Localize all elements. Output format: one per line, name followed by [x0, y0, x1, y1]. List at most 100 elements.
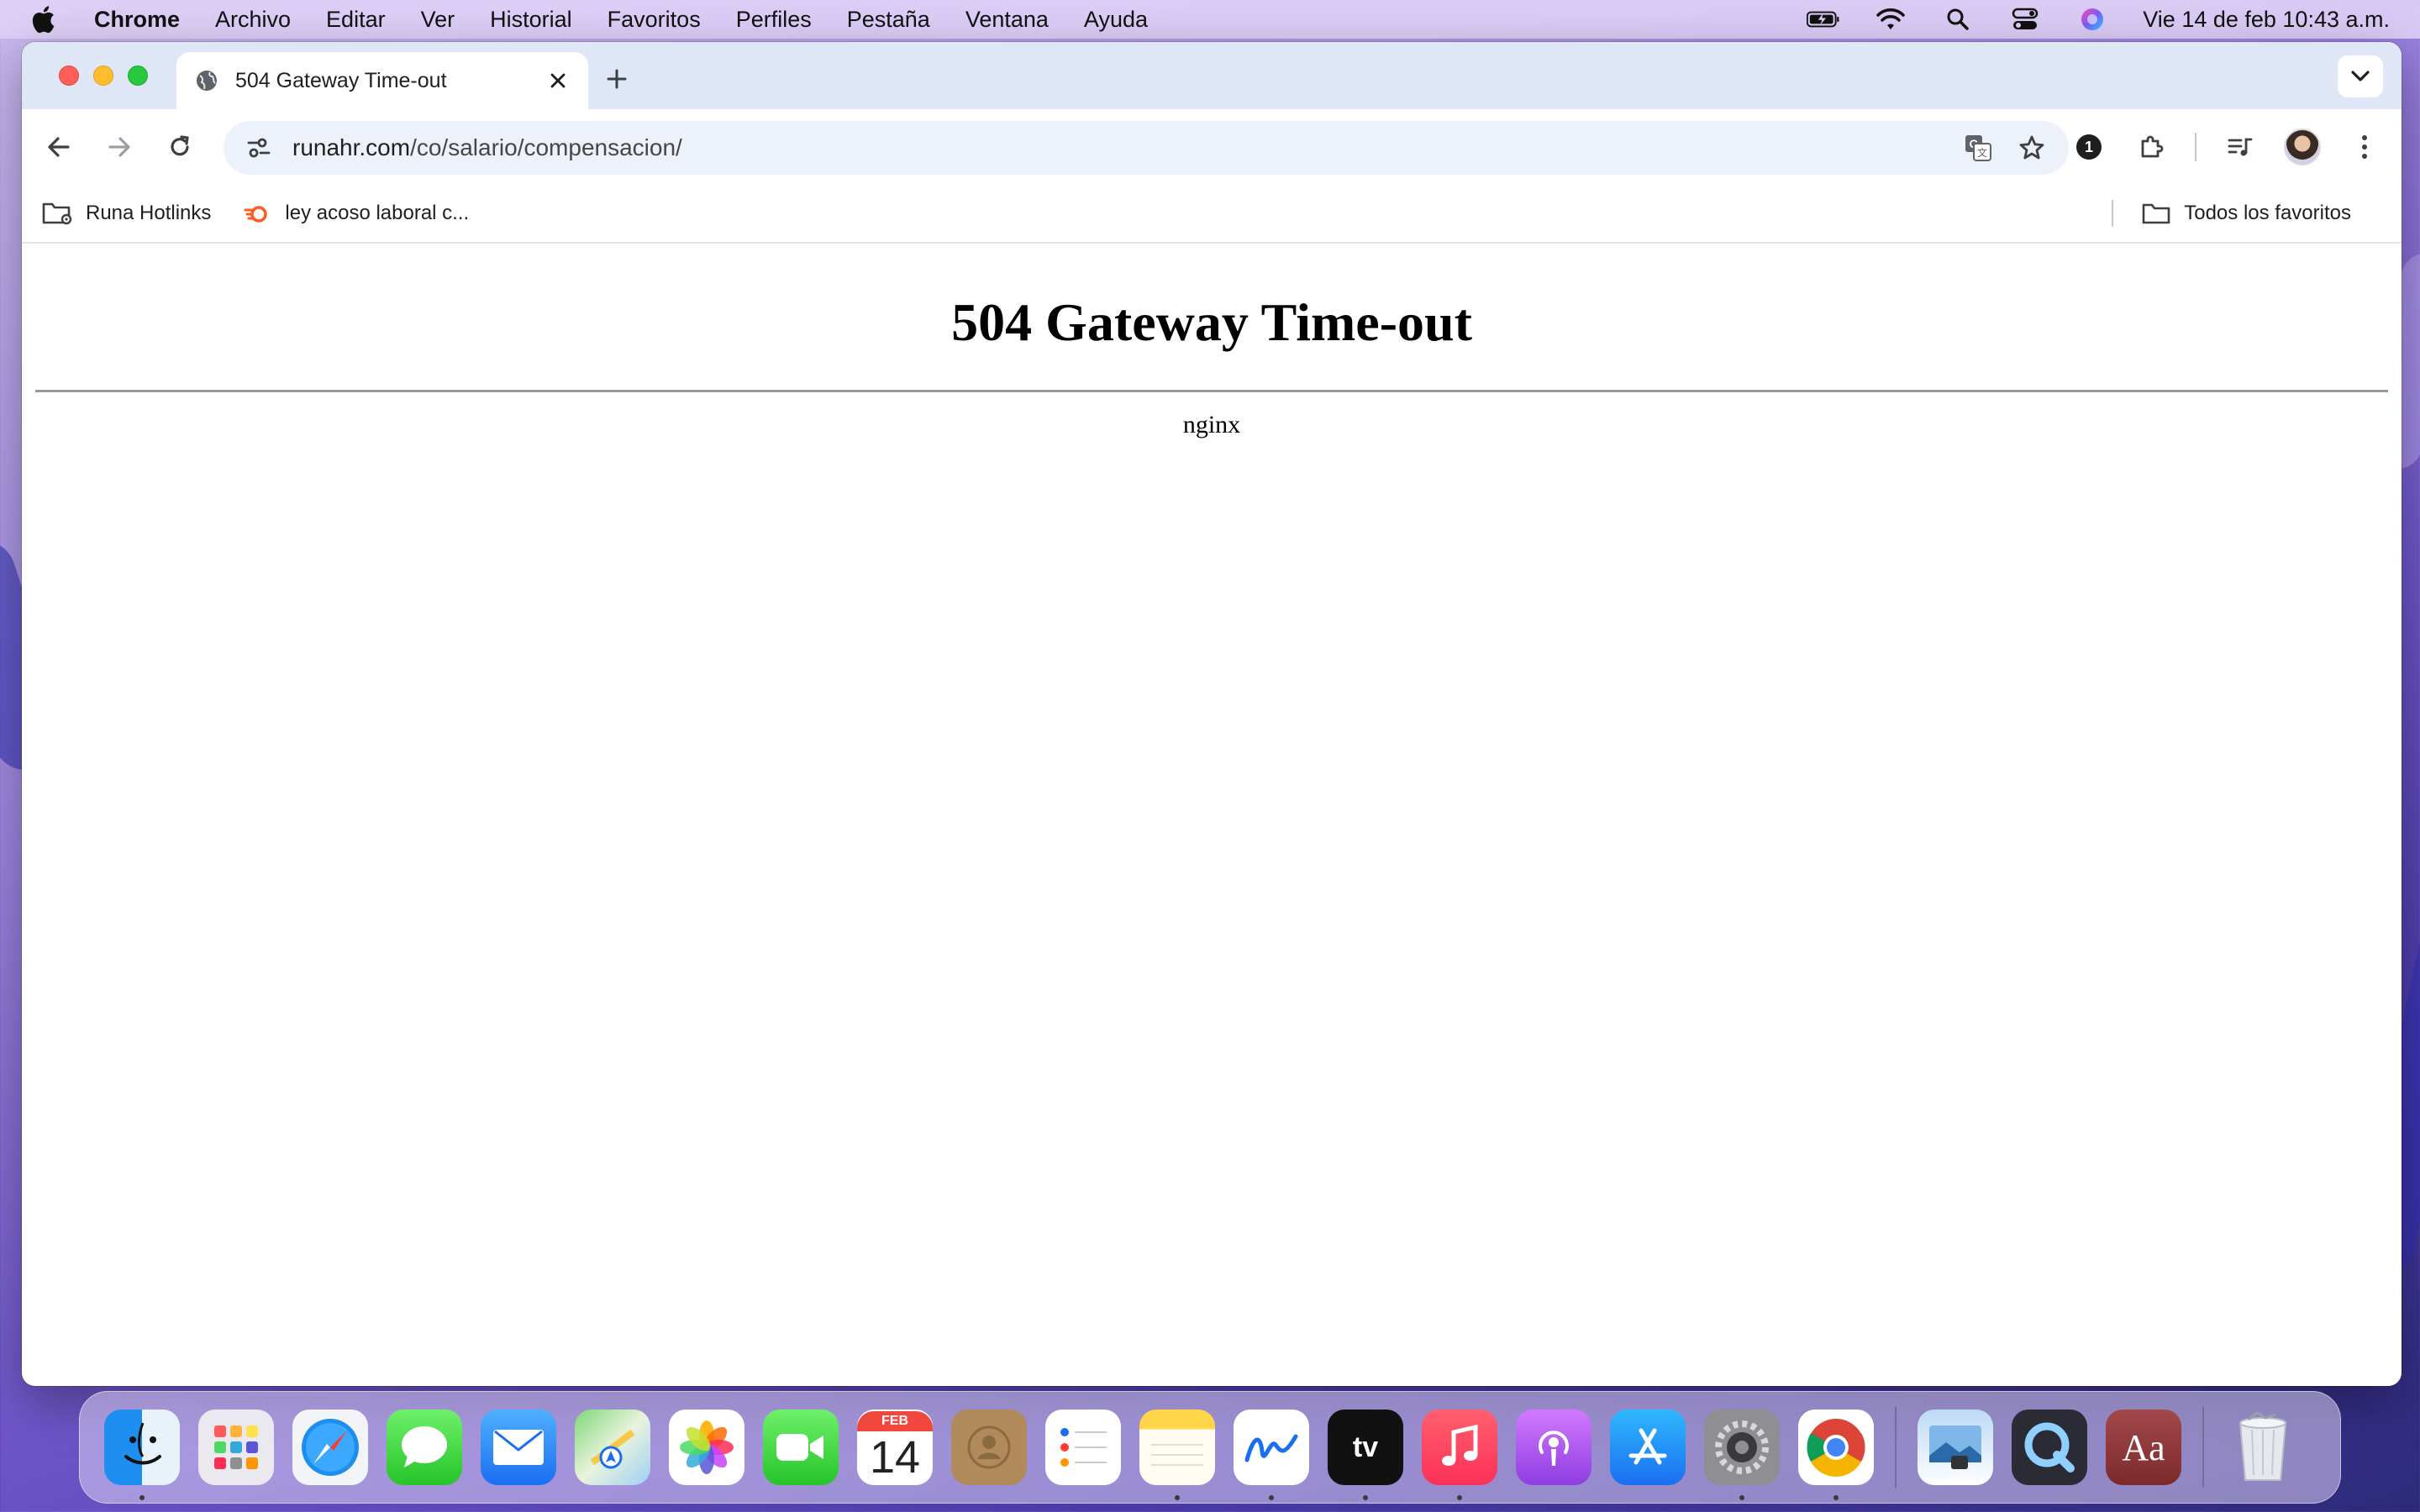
dock-facetime[interactable] — [763, 1410, 839, 1485]
chevron-down-icon — [2351, 71, 2370, 81]
menu-editar[interactable]: Editar — [326, 7, 386, 33]
bookmarks-divider — [2112, 200, 2114, 227]
menu-perfiles[interactable]: Perfiles — [736, 7, 812, 33]
reload-icon — [171, 135, 189, 156]
tab-strip: 504 Gateway Time-out — [22, 42, 2402, 109]
dock-preview[interactable] — [1918, 1410, 1993, 1485]
dock-mail[interactable] — [481, 1410, 556, 1485]
url-path: /co/salario/compensacion/ — [410, 134, 682, 160]
dock-system-settings[interactable] — [1704, 1410, 1780, 1500]
dock-chrome[interactable] — [1798, 1410, 1874, 1500]
dock-contacts[interactable] — [951, 1410, 1027, 1485]
bookmark-star-icon[interactable] — [2012, 128, 2052, 168]
bookmark-label: Runa Hotlinks — [86, 202, 212, 224]
dock-freeform[interactable] — [1234, 1410, 1309, 1500]
dock-dictionary[interactable]: Aa — [2106, 1410, 2181, 1485]
menu-bar-clock[interactable]: Vie 14 de feb 10:43 a.m. — [2143, 7, 2390, 33]
dock-finder[interactable] — [104, 1410, 180, 1500]
menu-ver[interactable]: Ver — [421, 7, 455, 33]
horizontal-rule — [35, 390, 2388, 392]
bookmark-runa-hotlinks[interactable]: Runa Hotlinks — [42, 200, 211, 227]
wifi-icon[interactable] — [1874, 7, 1907, 32]
menu-archivo[interactable]: Archivo — [215, 7, 291, 33]
profile-button[interactable] — [2279, 123, 2326, 171]
launchpad-grid-icon — [214, 1425, 258, 1469]
tab-active[interactable]: 504 Gateway Time-out — [176, 52, 588, 109]
menu-pestana[interactable]: Pestaña — [847, 7, 930, 33]
forward-button[interactable] — [96, 123, 143, 171]
chrome-window: 504 Gateway Time-out runahr.com/co/salar… — [22, 42, 2402, 1386]
reminders-list-icon — [1060, 1428, 1107, 1467]
close-window-button[interactable] — [59, 66, 79, 86]
translate-icon[interactable]: G文 — [1958, 128, 1998, 168]
trash-icon — [2238, 1411, 2287, 1481]
tab-search-button[interactable] — [2338, 55, 2383, 97]
all-bookmarks-area: Todos los favoritos — [2112, 200, 2381, 227]
battery-charging-icon[interactable] — [1807, 7, 1840, 32]
control-center-icon[interactable] — [2008, 7, 2042, 32]
calendar-month: FEB — [857, 1411, 933, 1431]
extension-badge-icon: 1 — [2076, 134, 2102, 160]
safari-compass-icon — [302, 1419, 359, 1476]
all-bookmarks-button[interactable]: Todos los favoritos — [2140, 200, 2351, 227]
apple-tv-label: tv — [1352, 1431, 1379, 1463]
back-button[interactable] — [35, 123, 82, 171]
media-controls-button[interactable] — [2217, 123, 2264, 171]
menu-ventana[interactable]: Ventana — [965, 7, 1049, 33]
new-tab-button[interactable] — [598, 60, 635, 97]
macos-dock: FEB 14 tv Aa — [79, 1391, 2341, 1504]
dock-apple-tv[interactable]: tv — [1328, 1410, 1403, 1500]
dock-music[interactable] — [1422, 1410, 1497, 1500]
map-pin-icon — [590, 1429, 635, 1469]
bookmark-ley-acoso-laboral[interactable]: ley acoso laboral c... — [241, 200, 469, 227]
extension-badge-button[interactable]: 1 — [2065, 123, 2112, 171]
dock-launchpad[interactable] — [198, 1410, 274, 1485]
zoom-window-button[interactable] — [128, 66, 148, 86]
menu-ayuda[interactable]: Ayuda — [1084, 7, 1148, 33]
chrome-logo-icon — [1807, 1419, 1865, 1477]
siri-icon[interactable] — [2075, 7, 2109, 32]
dock-trash[interactable] — [2225, 1410, 2301, 1485]
toolbar-right-actions: 1 — [2065, 123, 2388, 171]
dock-safari[interactable] — [292, 1410, 368, 1485]
apple-logo-icon[interactable] — [30, 4, 57, 34]
dock-maps[interactable] — [575, 1410, 650, 1485]
tab-close-icon[interactable] — [546, 69, 570, 92]
window-controls — [59, 66, 148, 86]
dock-quicktime[interactable] — [2012, 1410, 2087, 1485]
more-vertical-icon — [2362, 135, 2367, 159]
video-camera-icon — [776, 1434, 823, 1461]
finder-icon — [124, 1422, 161, 1465]
arrow-left-icon — [48, 137, 70, 157]
reload-button[interactable] — [156, 123, 203, 171]
folder-icon — [2140, 200, 2172, 227]
dock-calendar[interactable]: FEB 14 — [857, 1410, 933, 1485]
site-settings-icon[interactable] — [240, 129, 277, 166]
address-bar[interactable]: runahr.com/co/salario/compensacion/ G文 — [224, 121, 2069, 175]
dock-app-store[interactable] — [1610, 1410, 1686, 1485]
dock-podcasts[interactable] — [1516, 1410, 1591, 1485]
puzzle-icon — [2141, 135, 2164, 158]
dock-messages[interactable] — [387, 1410, 462, 1485]
page-content: 504 Gateway Time-out nginx — [22, 245, 2402, 1386]
chrome-menu-button[interactable] — [2341, 123, 2388, 171]
extensions-button[interactable] — [2128, 123, 2175, 171]
queue-music-icon — [2228, 138, 2253, 156]
dock-reminders[interactable] — [1045, 1410, 1121, 1485]
dock-photos[interactable] — [669, 1410, 744, 1485]
dock-notes[interactable] — [1139, 1410, 1215, 1500]
server-signature: nginx — [1182, 411, 1241, 438]
url-text[interactable]: runahr.com/co/salario/compensacion/ — [292, 134, 1944, 161]
spotlight-search-icon[interactable] — [1941, 7, 1975, 32]
running-indicator — [139, 1495, 145, 1500]
all-bookmarks-label: Todos los favoritos — [2184, 202, 2351, 224]
running-indicator — [1175, 1495, 1180, 1500]
menu-app-chrome[interactable]: Chrome — [94, 7, 180, 33]
menu-favoritos[interactable]: Favoritos — [608, 7, 701, 33]
bookmark-label: ley acoso laboral c... — [285, 202, 470, 224]
photos-flower-icon — [680, 1420, 734, 1474]
running-indicator — [1833, 1495, 1839, 1500]
fire-logo-icon — [241, 200, 273, 227]
minimize-window-button[interactable] — [93, 66, 113, 86]
menu-historial[interactable]: Historial — [490, 7, 572, 33]
